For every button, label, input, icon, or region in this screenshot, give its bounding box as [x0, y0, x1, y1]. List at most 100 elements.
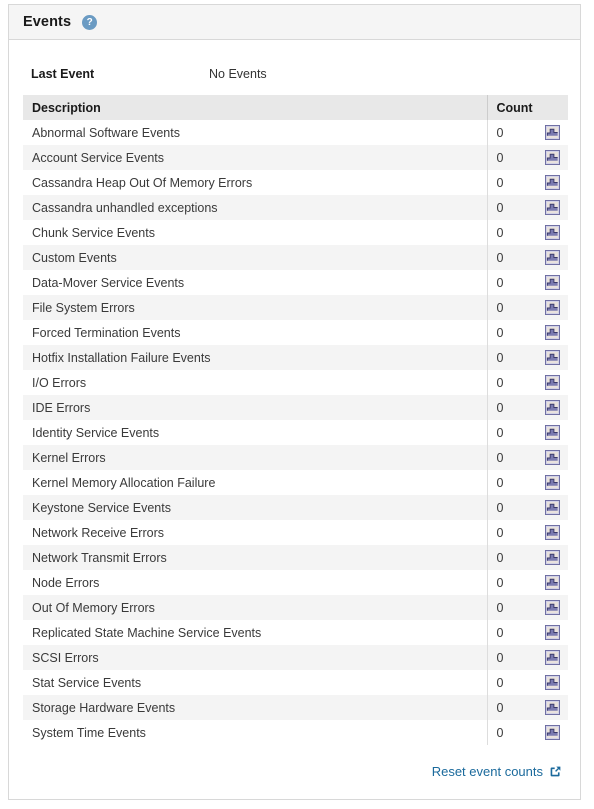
cell-description: Network Transmit Errors — [23, 545, 487, 570]
last-event-summary: Last Event No Events — [23, 56, 566, 92]
cell-description: System Time Events — [23, 720, 487, 745]
count-cell-content: 0 — [497, 700, 569, 715]
chart-graph-icon[interactable] — [545, 450, 560, 465]
cell-description: Kernel Errors — [23, 445, 487, 470]
chart-graph-icon[interactable] — [545, 250, 560, 265]
cell-count: 0 — [486, 120, 569, 145]
count-cell-content: 0 — [497, 250, 569, 265]
chart-graph-icon[interactable] — [545, 700, 560, 715]
count-cell-content: 0 — [497, 550, 569, 565]
cell-count: 0 — [486, 420, 568, 445]
count-value: 0 — [496, 650, 504, 665]
chart-graph-icon[interactable] — [545, 350, 560, 365]
cell-count: 0 — [486, 645, 569, 670]
chart-graph-icon[interactable] — [545, 725, 560, 740]
count-value: 0 — [496, 225, 504, 240]
table-row: Node Errors 0 — [23, 570, 568, 595]
cell-description: Stat Service Events — [23, 670, 487, 695]
cell-description: Identity Service Events — [23, 420, 487, 445]
table-row: I/O Errors 0 — [23, 370, 568, 395]
count-value: 0 — [496, 200, 504, 215]
reset-event-counts-link[interactable]: Reset event counts — [432, 764, 562, 779]
count-value: 0 — [496, 150, 504, 165]
cell-description: Hotfix Installation Failure Events — [23, 345, 487, 370]
table-row: Cassandra Heap Out Of Memory Errors 0 — [23, 170, 568, 195]
count-cell-content: 0 — [497, 625, 569, 640]
cell-count: 0 — [486, 570, 569, 595]
count-cell-content: 0 — [497, 275, 569, 290]
table-row: Forced Termination Events 0 — [23, 320, 568, 345]
cell-description: Cassandra unhandled exceptions — [23, 195, 487, 220]
table-row: Data-Mover Service Events 0 — [23, 270, 568, 295]
table-row: Network Receive Errors 0 — [23, 520, 568, 545]
external-link-icon — [549, 765, 562, 778]
count-value: 0 — [496, 325, 504, 340]
count-value: 0 — [496, 625, 504, 640]
cell-count: 0 — [486, 145, 569, 170]
chart-graph-icon[interactable] — [545, 600, 560, 615]
cell-description: IDE Errors — [23, 395, 487, 420]
cell-description: Custom Events — [23, 245, 487, 270]
count-value: 0 — [496, 425, 504, 440]
chart-graph-icon[interactable] — [545, 425, 560, 440]
table-row: Chunk Service Events 0 — [23, 220, 568, 245]
count-cell-content: 0 — [497, 125, 569, 140]
cell-description: File System Errors — [23, 295, 487, 320]
count-value: 0 — [496, 475, 504, 490]
count-cell-content: 0 — [497, 650, 569, 665]
count-value: 0 — [496, 575, 504, 590]
count-cell-content: 0 — [497, 375, 569, 390]
chart-graph-icon[interactable] — [545, 175, 560, 190]
column-header-description[interactable]: Description — [23, 95, 487, 120]
cell-description: Cassandra Heap Out Of Memory Errors — [23, 170, 487, 195]
count-cell-content: 0 — [497, 200, 569, 215]
chart-graph-icon[interactable] — [545, 125, 560, 140]
chart-graph-icon[interactable] — [545, 625, 560, 640]
chart-graph-icon[interactable] — [545, 475, 560, 490]
help-circle-icon[interactable]: ? — [82, 14, 98, 30]
chart-graph-icon[interactable] — [545, 525, 560, 540]
chart-graph-icon[interactable] — [545, 200, 560, 215]
cell-description: Chunk Service Events — [23, 220, 487, 245]
panel-footer: Reset event counts — [9, 764, 580, 779]
cell-count: 0 — [486, 720, 568, 745]
cell-description: Data-Mover Service Events — [23, 270, 487, 295]
cell-count: 0 — [486, 545, 569, 570]
count-cell-content: 0 — [497, 475, 569, 490]
cell-description: SCSI Errors — [23, 645, 487, 670]
count-cell-content: 0 — [497, 400, 569, 415]
table-row: Out Of Memory Errors 0 — [23, 595, 568, 620]
count-cell-content: 0 — [497, 150, 569, 165]
cell-count: 0 — [486, 345, 568, 370]
chart-graph-icon[interactable] — [545, 375, 560, 390]
count-value: 0 — [496, 500, 504, 515]
chart-graph-icon[interactable] — [545, 275, 560, 290]
count-value: 0 — [496, 550, 504, 565]
table-row: Network Transmit Errors 0 — [23, 545, 568, 570]
chart-graph-icon[interactable] — [545, 325, 560, 340]
reset-event-counts-label: Reset event counts — [431, 764, 543, 779]
chart-graph-icon[interactable] — [545, 500, 560, 515]
chart-graph-icon[interactable] — [545, 225, 560, 240]
events-table: Description Count Abnormal Software Even… — [23, 95, 568, 745]
column-header-count[interactable]: Count — [486, 95, 568, 120]
chart-graph-icon[interactable] — [545, 550, 560, 565]
table-row: File System Errors 0 — [23, 295, 568, 320]
count-cell-content: 0 — [497, 500, 569, 515]
chart-graph-icon[interactable] — [545, 575, 560, 590]
cell-count: 0 — [486, 495, 569, 520]
chart-graph-icon[interactable] — [545, 400, 560, 415]
cell-description: Abnormal Software Events — [23, 120, 487, 145]
count-value: 0 — [496, 250, 504, 265]
chart-graph-icon[interactable] — [545, 300, 560, 315]
chart-graph-icon[interactable] — [545, 675, 560, 690]
chart-graph-icon[interactable] — [545, 150, 560, 165]
count-cell-content: 0 — [497, 575, 569, 590]
count-cell-content: 0 — [497, 175, 569, 190]
chart-graph-icon[interactable] — [545, 650, 560, 665]
count-cell-content: 0 — [497, 525, 569, 540]
count-value: 0 — [496, 675, 504, 690]
count-value: 0 — [496, 350, 504, 365]
cell-description: Replicated State Machine Service Events — [23, 620, 487, 645]
cell-count: 0 — [486, 445, 568, 470]
